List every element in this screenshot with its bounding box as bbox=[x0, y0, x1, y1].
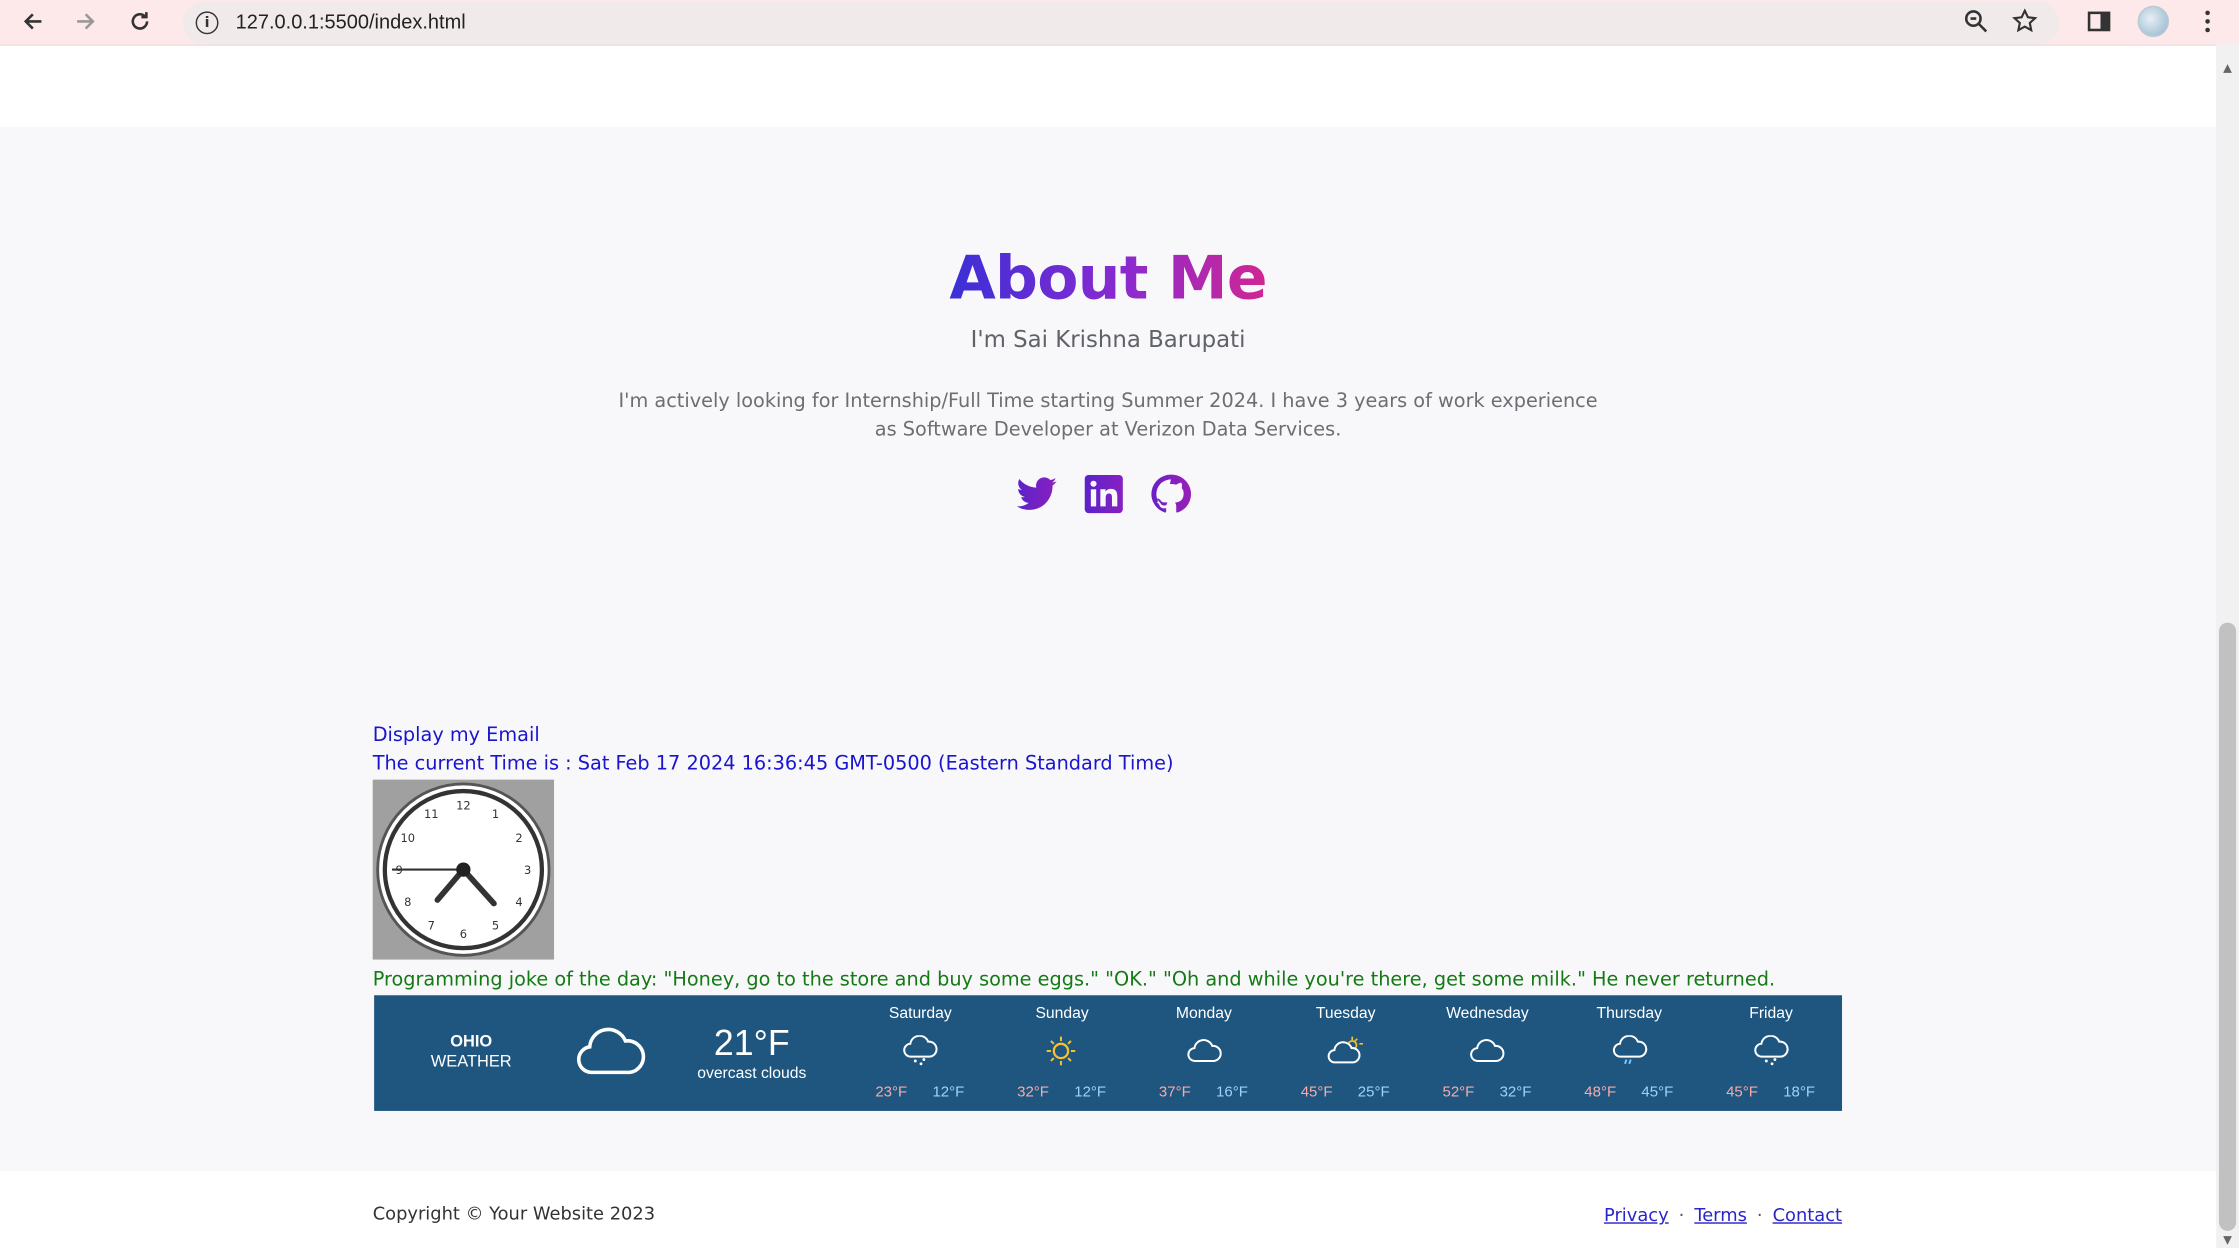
forecast-high-temp: 32°F bbox=[1017, 1083, 1049, 1101]
about-title: About Me bbox=[949, 242, 1267, 313]
display-email-link[interactable]: Display my Email bbox=[373, 724, 540, 747]
scrollbar-thumb[interactable] bbox=[2219, 622, 2237, 1231]
sun-icon bbox=[1043, 1035, 1080, 1066]
forecast-day-name: Thursday bbox=[1596, 1005, 1662, 1023]
bookmark-star-icon[interactable] bbox=[2009, 6, 2040, 37]
snow-cloud-icon bbox=[1752, 1034, 1789, 1066]
clock-number: 7 bbox=[428, 919, 435, 933]
linkedin-icon[interactable] bbox=[1081, 471, 1127, 517]
rain-cloud-icon bbox=[1610, 1034, 1647, 1066]
cloud-icon bbox=[574, 1024, 646, 1087]
footer-links: Privacy · Terms · Contact bbox=[1604, 1204, 1842, 1225]
cloud-icon bbox=[1185, 1035, 1222, 1066]
clock-number: 5 bbox=[492, 919, 499, 933]
forecast-day-name: Tuesday bbox=[1315, 1005, 1376, 1023]
forecast-low-temp: 16°F bbox=[1216, 1083, 1248, 1101]
scroll-up-arrow-icon[interactable]: ▲ bbox=[2220, 62, 2234, 74]
side-panel-icon[interactable] bbox=[2083, 6, 2114, 37]
about-description: I'm actively looking for Internship/Full… bbox=[618, 389, 1598, 442]
clock-number: 2 bbox=[515, 831, 522, 845]
forecast-low-temp: 12°F bbox=[1074, 1083, 1107, 1101]
footer-separator: · bbox=[1678, 1203, 1685, 1226]
forecast-day-sunday: Sunday 32°F 12°F bbox=[991, 995, 1132, 1111]
contact-link[interactable]: Contact bbox=[1773, 1204, 1842, 1225]
analog-clock: 121234567891011 bbox=[372, 779, 555, 960]
forecast-low-temp: 45°F bbox=[1641, 1083, 1674, 1101]
clock-number: 3 bbox=[524, 863, 531, 877]
site-info-icon[interactable]: i bbox=[195, 11, 219, 35]
weather-current-temp: 21°F bbox=[713, 1023, 790, 1064]
weather-label: WEATHER bbox=[430, 1053, 512, 1071]
footer: Copyright © Your Website 2023 Privacy · … bbox=[0, 1170, 2217, 1248]
page: i 127.0.0.1:5500/index.html ▲ ▼ About Me… bbox=[0, 0, 2239, 1248]
forecast-day-monday: Monday 37°F 16°F bbox=[1133, 995, 1274, 1111]
scroll-down-arrow-icon[interactable]: ▼ bbox=[2220, 1234, 2234, 1246]
forecast-day-name: Friday bbox=[1749, 1005, 1793, 1023]
forward-icon[interactable] bbox=[69, 6, 103, 37]
clock-number: 1 bbox=[492, 807, 499, 821]
clock-number: 6 bbox=[460, 927, 467, 941]
forecast-day-friday: Friday 45°F 18°F bbox=[1700, 995, 1841, 1111]
forecast-day-thursday: Thursday 48°F 45°F bbox=[1559, 995, 1700, 1111]
clock-number: 11 bbox=[424, 807, 439, 821]
zoom-icon[interactable] bbox=[1961, 6, 1992, 37]
weather-description: overcast clouds bbox=[697, 1065, 807, 1083]
snow-cloud-icon bbox=[901, 1034, 938, 1066]
forecast-day-tuesday: Tuesday 45°F 25°F bbox=[1275, 995, 1416, 1111]
weather-city: OHIO bbox=[450, 1033, 493, 1051]
forecast-day-name: Monday bbox=[1175, 1005, 1232, 1023]
copyright-text: Copyright © Your Website 2023 bbox=[372, 1202, 656, 1224]
programming-joke: Programming joke of the day: "Honey, go … bbox=[372, 968, 1776, 991]
forecast-low-temp: 12°F bbox=[932, 1083, 965, 1101]
twitter-icon[interactable] bbox=[1014, 471, 1060, 517]
forecast-high-temp: 23°F bbox=[875, 1083, 908, 1101]
forecast-low-temp: 18°F bbox=[1783, 1083, 1816, 1101]
browser-toolbar: i 127.0.0.1:5500/index.html bbox=[0, 0, 2239, 45]
forecast-day-saturday: Saturday 23°F 12°F bbox=[850, 995, 991, 1111]
forecast-day-name: Sunday bbox=[1035, 1005, 1089, 1023]
menu-kebab-icon[interactable] bbox=[2192, 6, 2223, 37]
reload-icon[interactable] bbox=[123, 6, 157, 37]
forecast-day-name: Wednesday bbox=[1446, 1005, 1529, 1023]
page-header-area bbox=[0, 44, 2217, 128]
forecast-low-temp: 25°F bbox=[1357, 1083, 1390, 1101]
current-time-text: The current Time is : Sat Feb 17 2024 16… bbox=[372, 752, 1174, 776]
url-text: 127.0.0.1:5500/index.html bbox=[235, 9, 466, 33]
about-subtitle: I'm Sai Krishna Barupati bbox=[970, 325, 1246, 353]
footer-separator: · bbox=[1756, 1203, 1763, 1226]
forecast-day-wednesday: Wednesday 52°F 32°F bbox=[1417, 995, 1558, 1111]
clock-number: 10 bbox=[400, 831, 415, 845]
weather-location: OHIO WEATHER bbox=[426, 1032, 517, 1072]
forecast-high-temp: 52°F bbox=[1442, 1083, 1475, 1101]
forecast-high-temp: 48°F bbox=[1584, 1083, 1617, 1101]
forecast-high-temp: 45°F bbox=[1300, 1083, 1333, 1101]
clock-number: 8 bbox=[404, 895, 411, 909]
weather-widget: OHIO WEATHER 21°F overcast clouds Saturd… bbox=[374, 995, 1843, 1111]
privacy-link[interactable]: Privacy bbox=[1604, 1204, 1669, 1225]
back-icon[interactable] bbox=[16, 6, 50, 37]
terms-link[interactable]: Terms bbox=[1694, 1204, 1747, 1225]
forecast-high-temp: 45°F bbox=[1726, 1083, 1758, 1101]
forecast-low-temp: 32°F bbox=[1499, 1083, 1532, 1101]
github-icon[interactable] bbox=[1148, 471, 1194, 517]
forecast-high-temp: 37°F bbox=[1158, 1083, 1191, 1101]
profile-avatar[interactable] bbox=[2137, 5, 2170, 38]
social-links bbox=[1014, 471, 1194, 517]
clock-number: 4 bbox=[515, 895, 522, 909]
cloud-icon bbox=[1468, 1035, 1505, 1066]
partly-cloudy-icon bbox=[1326, 1035, 1363, 1066]
address-bar[interactable]: i 127.0.0.1:5500/index.html bbox=[182, 1, 2060, 45]
forecast-day-name: Saturday bbox=[888, 1005, 952, 1023]
clock-number: 12 bbox=[456, 799, 471, 813]
